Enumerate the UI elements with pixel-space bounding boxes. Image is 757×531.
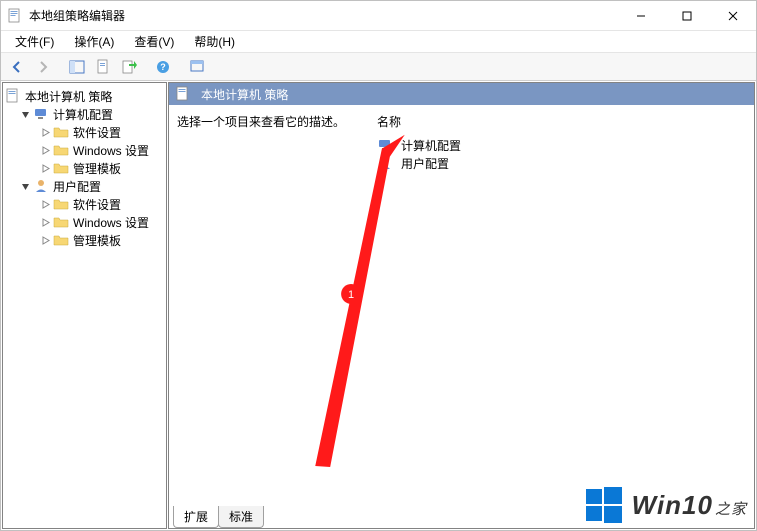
chevron-down-icon[interactable]	[19, 108, 31, 120]
policy-icon	[5, 88, 21, 104]
app-icon	[7, 8, 23, 24]
panel-body: 选择一个项目来查看它的描述。 名称 计算机配置 用户配置	[169, 105, 754, 528]
tree-software-settings[interactable]: 软件设置	[5, 123, 164, 141]
column-header-name[interactable]: 名称	[377, 113, 746, 136]
list-item-label: 用户配置	[401, 155, 449, 172]
body: 本地计算机 策略 计算机配置 软件设置 Windows 设置 管理模板	[1, 81, 756, 530]
tree-user-config[interactable]: 用户配置	[5, 177, 164, 195]
user-icon	[377, 155, 393, 171]
list-item[interactable]: 用户配置	[377, 154, 746, 172]
minimize-button[interactable]	[618, 1, 664, 30]
properties-button[interactable]	[91, 56, 115, 78]
tree-windows-settings-user[interactable]: Windows 设置	[5, 213, 164, 231]
help-button[interactable]: ?	[151, 56, 175, 78]
separator	[57, 56, 63, 78]
folder-icon	[53, 232, 69, 248]
show-hide-tree-button[interactable]	[65, 56, 89, 78]
tree-item-label: 用户配置	[53, 178, 101, 195]
window: 本地组策略编辑器 文件(F) 操作(A) 查看(V) 帮助(H) ? 本地计算	[0, 0, 757, 531]
menubar: 文件(F) 操作(A) 查看(V) 帮助(H)	[1, 31, 756, 53]
list-item[interactable]: 计算机配置	[377, 136, 746, 154]
computer-icon	[377, 137, 393, 153]
tab-extended[interactable]: 扩展	[173, 506, 219, 528]
chevron-right-icon[interactable]	[39, 162, 51, 174]
tab-standard[interactable]: 标准	[218, 506, 264, 528]
chevron-right-icon[interactable]	[39, 144, 51, 156]
user-icon	[33, 178, 49, 194]
details-panel: 本地计算机 策略 选择一个项目来查看它的描述。 名称 计算机配置 用户配置	[168, 82, 755, 529]
list-column: 名称 计算机配置 用户配置	[377, 113, 746, 520]
separator	[143, 56, 149, 78]
tree-item-label: 软件设置	[73, 196, 121, 213]
chevron-right-icon[interactable]	[39, 126, 51, 138]
folder-icon	[53, 124, 69, 140]
tree-item-label: Windows 设置	[73, 142, 149, 159]
tree-admin-templates-user[interactable]: 管理模板	[5, 231, 164, 249]
menu-action[interactable]: 操作(A)	[66, 31, 122, 52]
tree-panel[interactable]: 本地计算机 策略 计算机配置 软件设置 Windows 设置 管理模板	[2, 82, 167, 529]
chevron-right-icon[interactable]	[39, 216, 51, 228]
tree-computer-config[interactable]: 计算机配置	[5, 105, 164, 123]
folder-icon	[53, 160, 69, 176]
svg-text:?: ?	[160, 62, 166, 72]
tree-item-label: 管理模板	[73, 232, 121, 249]
policy-icon	[175, 86, 191, 102]
tree-root-label: 本地计算机 策略	[25, 88, 112, 105]
titlebar: 本地组策略编辑器	[1, 1, 756, 31]
tree-item-label: 计算机配置	[53, 106, 113, 123]
tree-item-label: Windows 设置	[73, 214, 149, 231]
description-column: 选择一个项目来查看它的描述。	[177, 113, 367, 520]
description-text: 选择一个项目来查看它的描述。	[177, 113, 367, 130]
chevron-down-icon[interactable]	[19, 180, 31, 192]
folder-icon	[53, 196, 69, 212]
menu-file[interactable]: 文件(F)	[7, 31, 62, 52]
tree-root[interactable]: 本地计算机 策略	[5, 87, 164, 105]
tree-admin-templates[interactable]: 管理模板	[5, 159, 164, 177]
chevron-right-icon[interactable]	[39, 198, 51, 210]
tree-item-label: 管理模板	[73, 160, 121, 177]
filter-button[interactable]	[185, 56, 209, 78]
tabstrip: 扩展 标准	[169, 506, 263, 528]
folder-icon	[53, 142, 69, 158]
tree-windows-settings[interactable]: Windows 设置	[5, 141, 164, 159]
back-button[interactable]	[5, 56, 29, 78]
tree-item-label: 软件设置	[73, 124, 121, 141]
window-controls	[618, 1, 756, 30]
forward-button[interactable]	[31, 56, 55, 78]
menu-help[interactable]: 帮助(H)	[186, 31, 243, 52]
export-button[interactable]	[117, 56, 141, 78]
chevron-right-icon[interactable]	[39, 234, 51, 246]
computer-icon	[33, 106, 49, 122]
separator	[177, 56, 183, 78]
menu-view[interactable]: 查看(V)	[126, 31, 182, 52]
maximize-button[interactable]	[664, 1, 710, 30]
list-item-label: 计算机配置	[401, 137, 461, 154]
window-title: 本地组策略编辑器	[29, 7, 618, 24]
panel-header: 本地计算机 策略	[169, 83, 754, 105]
panel-title: 本地计算机 策略	[201, 86, 288, 103]
toolbar: ?	[1, 53, 756, 81]
close-button[interactable]	[710, 1, 756, 30]
tree-software-settings-user[interactable]: 软件设置	[5, 195, 164, 213]
folder-icon	[53, 214, 69, 230]
